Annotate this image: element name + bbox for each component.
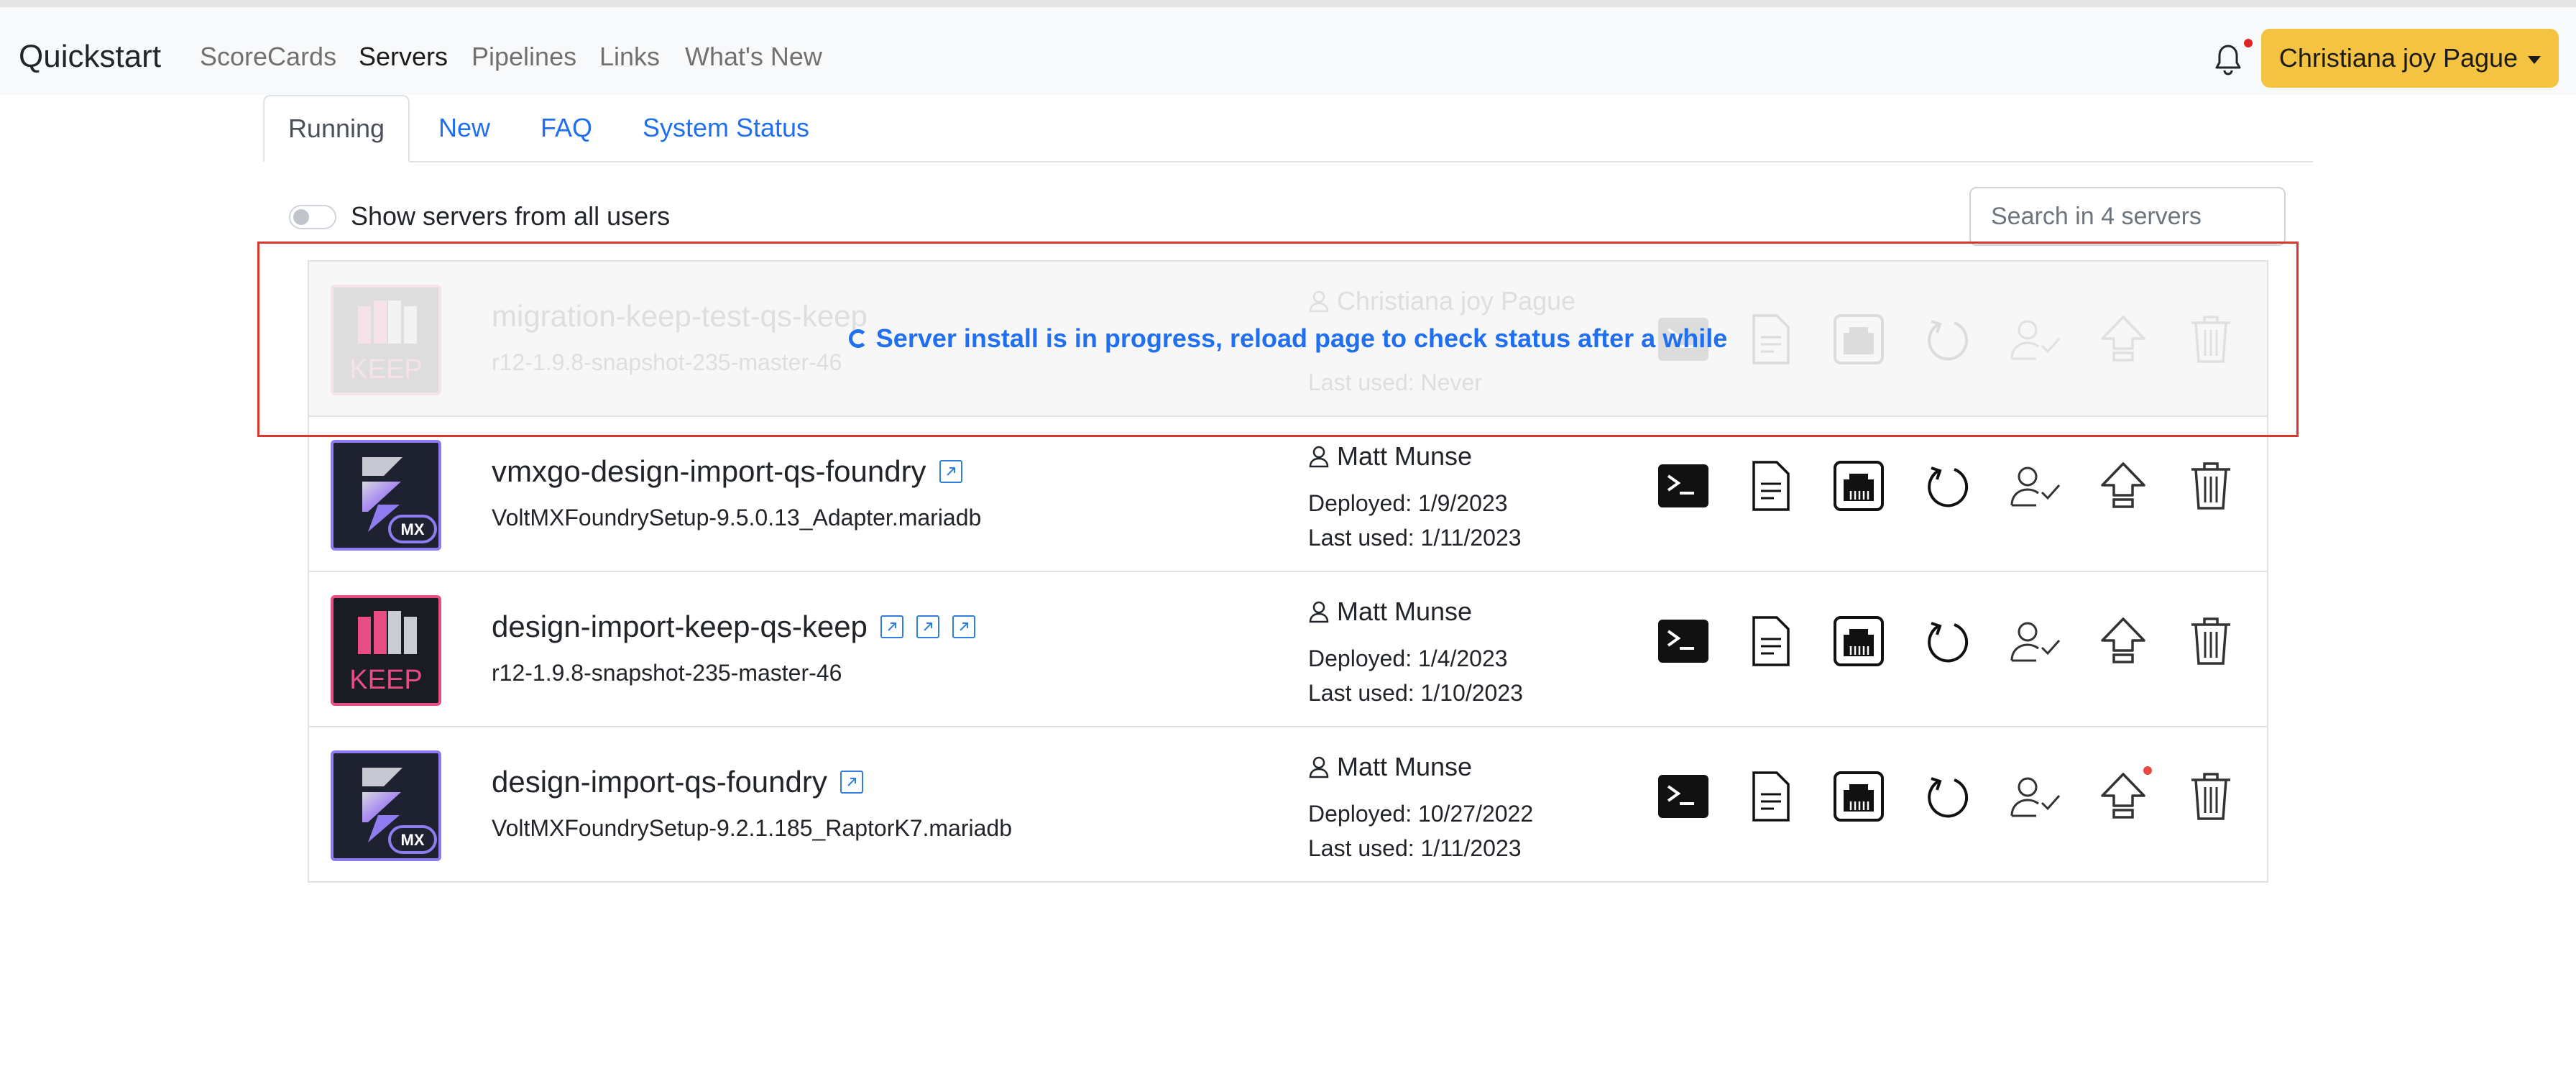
server-owner: Matt Munse (1308, 597, 1472, 627)
svg-text:MX: MX (401, 520, 425, 538)
upgrade-icon[interactable] (2096, 459, 2150, 513)
terminal-icon[interactable] (1656, 614, 1711, 668)
restart-icon[interactable] (1920, 769, 1975, 824)
document-icon[interactable] (1744, 459, 1798, 513)
document-icon[interactable] (1744, 769, 1798, 824)
document-icon[interactable] (1744, 614, 1798, 668)
tab-faq[interactable]: FAQ (523, 95, 610, 161)
tab-new[interactable]: New (420, 95, 509, 161)
external-link-icon[interactable] (916, 615, 939, 638)
server-owner: Matt Munse (1308, 752, 1472, 782)
tabs-divider (263, 161, 2313, 162)
tab-system-status[interactable]: System Status (625, 95, 827, 161)
caret-down-icon (2528, 55, 2542, 64)
trash-icon[interactable] (2184, 459, 2238, 513)
server-row: KEEP migration-keep-test-qs-keep r12-1.9… (309, 262, 2267, 417)
server-deployed: Deployed: 10/27/2022 (1308, 801, 1534, 827)
window-top-border (0, 0, 2576, 7)
user-icon (1309, 756, 1329, 778)
user-menu-button[interactable]: Christiana joy Pague (2261, 29, 2559, 88)
keep-logo: KEEP (331, 595, 441, 706)
nav-whats-new[interactable]: What's New (685, 42, 822, 72)
install-status-message: Server install is in progress, reload pa… (875, 323, 1728, 353)
nav-servers[interactable]: Servers (359, 42, 448, 72)
terminal-icon[interactable] (1656, 769, 1711, 824)
spinner-icon (848, 329, 868, 348)
upgrade-icon[interactable] (2096, 766, 2152, 824)
external-link-icon[interactable] (840, 771, 863, 794)
server-version: VoltMXFoundrySetup-9.5.0.13_Adapter.mari… (492, 505, 982, 530)
user-icon (1309, 446, 1329, 468)
server-row: KEEP design-import-keep-qs-keep r12-1.9.… (309, 572, 2267, 727)
foundry-logo: MX (331, 440, 441, 551)
server-last-used: Last used: 1/11/2023 (1308, 835, 1522, 861)
user-name-label: Christiana joy Pague (2278, 43, 2518, 73)
nav-scorecards[interactable]: ScoreCards (200, 42, 336, 72)
foundry-logo: MX (331, 750, 441, 861)
svg-text:KEEP: KEEP (349, 665, 422, 695)
server-deployed: Deployed: 1/9/2023 (1308, 490, 1508, 516)
nav-links[interactable]: Links (599, 42, 660, 72)
bell-icon[interactable] (2214, 43, 2242, 76)
trash-icon[interactable] (2184, 769, 2238, 824)
user-check-icon[interactable] (2008, 614, 2063, 668)
install-progress-overlay: Server install is in progress, reload pa… (309, 262, 2267, 415)
brand-logo[interactable]: Quickstart (19, 39, 161, 75)
server-last-used: Last used: 1/10/2023 (1308, 680, 1523, 706)
network-port-icon[interactable] (1831, 769, 1886, 824)
server-name[interactable]: vmxgo-design-import-qs-foundry (492, 454, 962, 489)
svg-text:MX: MX (401, 831, 425, 849)
restart-icon[interactable] (1920, 459, 1975, 513)
all-users-toggle[interactable] (289, 205, 336, 229)
tab-running[interactable]: Running (263, 95, 410, 162)
server-row: MX vmxgo-design-import-qs-foundry VoltMX… (309, 417, 2267, 572)
top-navbar: Quickstart ScoreCards Servers Pipelines … (0, 7, 2576, 95)
nav-pipelines[interactable]: Pipelines (472, 42, 576, 72)
network-port-icon[interactable] (1831, 614, 1886, 668)
network-port-icon[interactable] (1831, 459, 1886, 513)
server-search-input[interactable] (1969, 187, 2286, 246)
update-available-dot (2143, 766, 2152, 775)
server-name[interactable]: design-import-qs-foundry (492, 765, 863, 799)
terminal-icon[interactable] (1656, 459, 1711, 513)
server-version: r12-1.9.8-snapshot-235-master-46 (492, 660, 842, 686)
user-icon (1309, 601, 1329, 623)
server-version: VoltMXFoundrySetup-9.2.1.185_RaptorK7.ma… (492, 815, 1012, 841)
external-link-icon[interactable] (952, 615, 975, 638)
upgrade-icon[interactable] (2096, 614, 2150, 668)
restart-icon[interactable] (1920, 614, 1975, 668)
server-row: MX design-import-qs-foundry VoltMXFoundr… (309, 727, 2267, 883)
notification-dot (2244, 39, 2253, 47)
external-link-icon[interactable] (880, 615, 903, 638)
server-owner: Matt Munse (1308, 441, 1472, 472)
user-check-icon[interactable] (2008, 459, 2063, 513)
trash-icon[interactable] (2184, 614, 2238, 668)
server-name[interactable]: design-import-keep-qs-keep (492, 610, 975, 644)
server-last-used: Last used: 1/11/2023 (1308, 525, 1522, 551)
external-link-icon[interactable] (939, 460, 962, 483)
server-deployed: Deployed: 1/4/2023 (1308, 645, 1508, 671)
server-list: KEEP migration-keep-test-qs-keep r12-1.9… (308, 260, 2268, 883)
all-users-toggle-label: Show servers from all users (351, 201, 671, 231)
user-check-icon[interactable] (2008, 769, 2063, 824)
toggle-knob (293, 209, 309, 225)
